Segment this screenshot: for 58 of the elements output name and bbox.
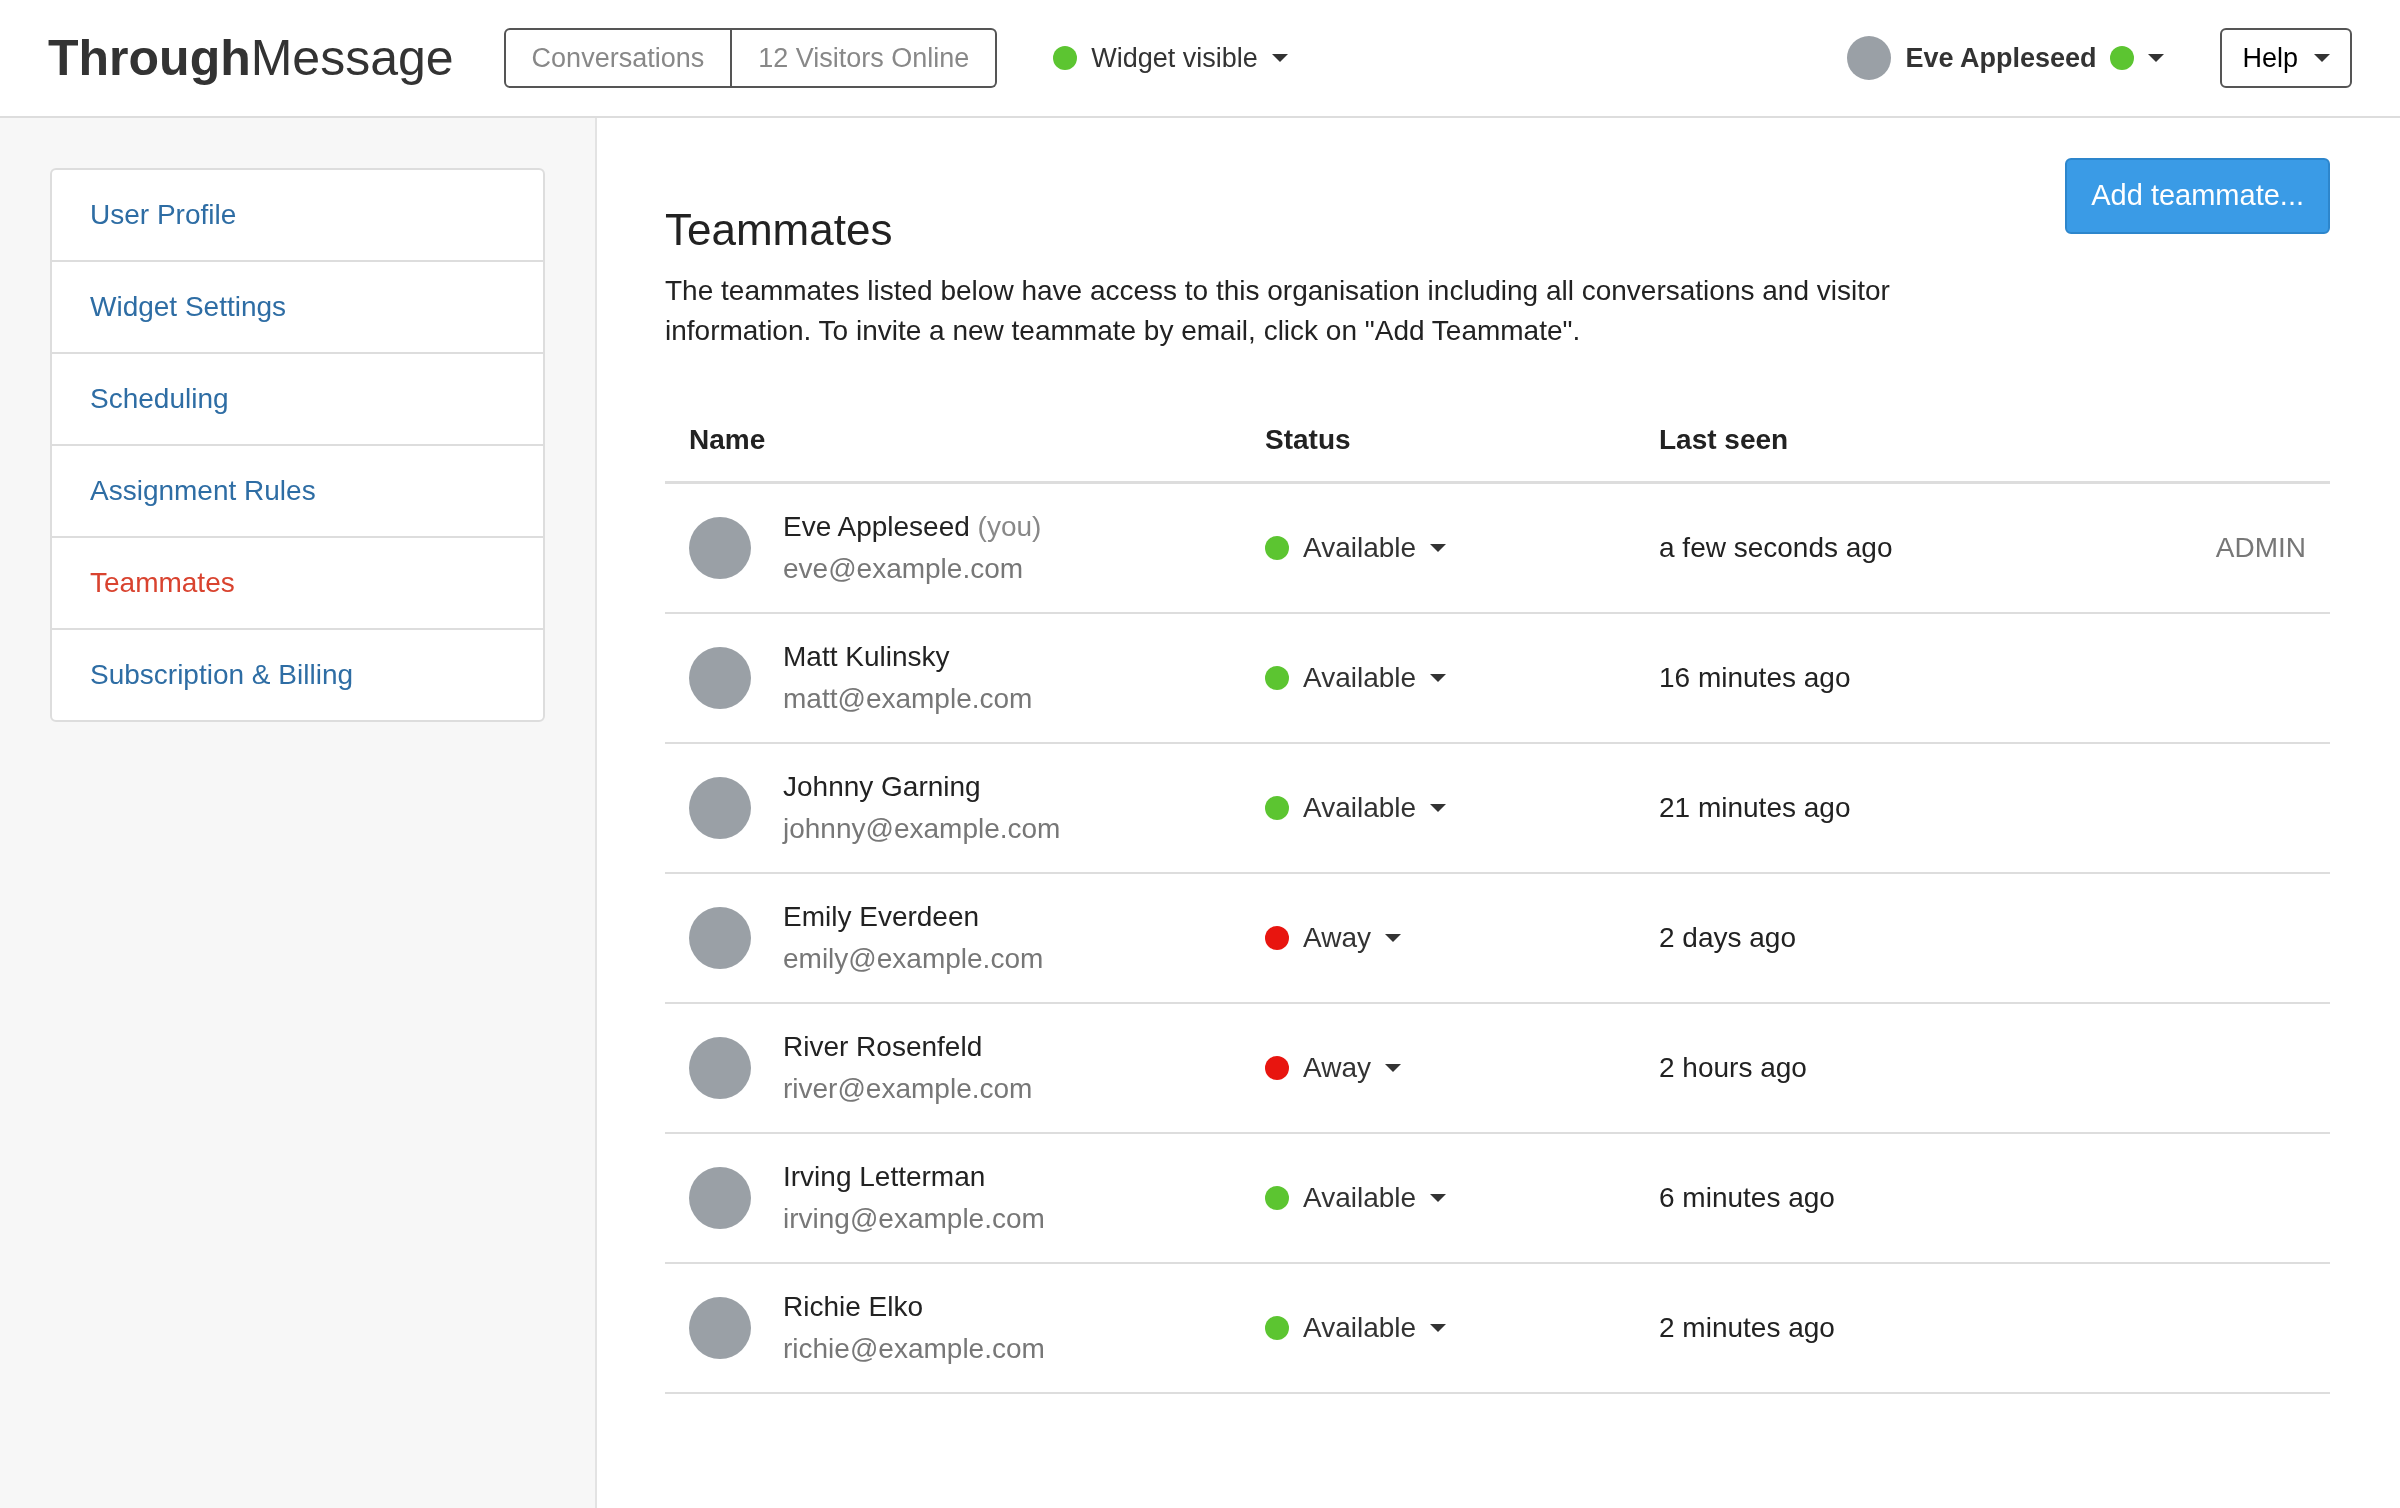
teammate-name: Eve Appleseed	[783, 510, 970, 542]
caret-icon	[2314, 54, 2330, 62]
caret-icon	[1384, 933, 1401, 942]
logo: ThroughMessage	[48, 28, 454, 88]
sidebar-item[interactable]: Scheduling	[52, 354, 543, 446]
last-seen: 6 minutes ago	[1659, 1180, 1835, 1215]
sidebar-item[interactable]: Assignment Rules	[52, 446, 543, 538]
sidebar-item[interactable]: User Profile	[52, 170, 543, 262]
user-menu[interactable]: Eve Appleseed	[1839, 32, 2173, 84]
sidebar-item[interactable]: Widget Settings	[52, 262, 543, 354]
teammate-email: emily@example.com	[783, 941, 1044, 976]
caret-icon	[1271, 54, 1288, 62]
teammate-email: matt@example.com	[783, 681, 1033, 716]
you-label: (you)	[977, 510, 1042, 542]
teammate-email: johnny@example.com	[783, 811, 1061, 846]
status-dropdown[interactable]: Available	[1265, 652, 1455, 703]
caret-icon	[1384, 1063, 1401, 1072]
teammate-name: Irving Letterman	[783, 1160, 986, 1192]
status-dropdown[interactable]: Available	[1265, 1302, 1455, 1353]
caret-icon	[1430, 803, 1447, 812]
help-button[interactable]: Help	[2220, 27, 2352, 89]
last-seen: a few seconds ago	[1659, 530, 1893, 565]
widget-status-dropdown[interactable]: Widget visible	[1045, 33, 1296, 83]
teammate-name: Emily Everdeen	[783, 900, 980, 932]
description: The teammates listed below have access to this organisation including all conversations and visitor information. To invite a new teammate by email, click on "Add Teammate".	[665, 273, 1891, 348]
status-dropdown[interactable]: Away	[1265, 1042, 1409, 1093]
column-header: Status	[1265, 422, 1351, 457]
caret-icon	[1430, 1193, 1447, 1202]
column-header: Name	[689, 422, 766, 457]
last-seen: 2 hours ago	[1659, 1050, 1807, 1085]
page-title: Teammates	[665, 204, 893, 256]
caret-icon	[1430, 1323, 1447, 1332]
teammate-email: river@example.com	[783, 1071, 1033, 1106]
last-seen: 2 minutes ago	[1659, 1310, 1835, 1345]
sidebar-item[interactable]: Subscription & Billing	[52, 630, 543, 720]
teammate-email: irving@example.com	[783, 1201, 1045, 1236]
nav-button[interactable]: 12 Visitors Online	[732, 27, 998, 89]
last-seen: 16 minutes ago	[1659, 660, 1851, 695]
status-dropdown[interactable]: Away	[1265, 912, 1409, 963]
caret-icon	[1430, 543, 1447, 552]
status-dropdown[interactable]: Available	[1265, 782, 1455, 833]
last-seen: 21 minutes ago	[1659, 790, 1851, 825]
last-seen: 2 days ago	[1659, 920, 1796, 955]
status-dropdown[interactable]: Available	[1265, 1172, 1455, 1223]
teammate-name: Johnny Garning	[783, 770, 981, 802]
caret-icon	[1430, 673, 1447, 682]
teammate-email: eve@example.com	[783, 551, 1025, 586]
teammate-email: richie@example.com	[783, 1331, 1045, 1366]
sidebar-item[interactable]: Teammates	[52, 538, 543, 630]
nav-button[interactable]: Conversations	[503, 27, 733, 89]
caret-icon	[2148, 54, 2165, 62]
teammate-name: Matt Kulinsky	[783, 640, 950, 672]
status-dropdown[interactable]: Available	[1265, 522, 1455, 573]
role-label: ADMIN	[2215, 530, 2307, 565]
teammate-name: Richie Elko	[783, 1290, 924, 1322]
column-header: Last seen	[1659, 423, 1789, 455]
avatar	[1847, 36, 1892, 80]
teammate-name: River Rosenfeld	[783, 1030, 983, 1062]
